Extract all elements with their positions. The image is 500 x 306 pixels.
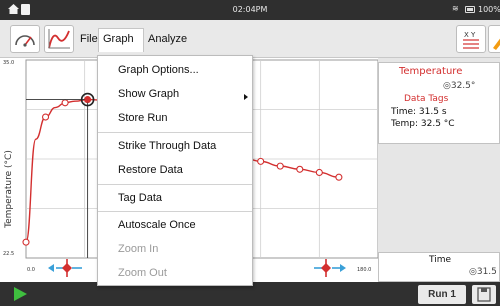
battery-icon xyxy=(465,6,475,13)
tag-temp: Temp: 32.5 °C xyxy=(391,119,455,129)
tagged-point xyxy=(84,96,91,103)
data-point xyxy=(335,173,343,181)
menu-item-show-graph[interactable]: Show Graph xyxy=(98,82,252,106)
submenu-arrow-icon xyxy=(244,94,248,100)
table-icon: X Y xyxy=(463,31,479,49)
data-point xyxy=(61,99,69,107)
menu-item-store-run[interactable]: Store Run xyxy=(98,106,252,130)
graph-view-button[interactable] xyxy=(44,25,74,53)
y-max-label: 35.0 xyxy=(3,60,15,66)
data-point xyxy=(315,168,323,177)
status-bar: 02:04PM ≋ 100% xyxy=(0,0,500,20)
toolbar: File Graph Analyze X Y xyxy=(0,20,500,58)
menu-item-autoscale-once[interactable]: Autoscale Once xyxy=(98,213,252,237)
menu-separator xyxy=(98,132,252,133)
meter-value-text: 32.5° xyxy=(450,81,476,91)
table-view-button[interactable]: X Y xyxy=(456,25,486,53)
svg-text:X Y: X Y xyxy=(464,31,476,39)
meter-title: Temperature xyxy=(399,66,463,77)
time-meter[interactable]: Time ◎31.5 xyxy=(378,252,500,282)
battery-percent: 100% xyxy=(478,5,500,14)
time-meter-value-text: 31.5 xyxy=(476,267,497,277)
menu-item-strike-through-data[interactable]: Strike Through Data xyxy=(98,134,252,158)
menu-item-graph-options[interactable]: Graph Options... xyxy=(98,58,252,82)
data-point xyxy=(276,162,284,170)
data-point xyxy=(257,157,265,165)
meter-value: ◎32.5° xyxy=(443,81,476,91)
time-meter-value: ◎31.5 xyxy=(469,267,497,277)
y-axis-title: Temperature (°C) xyxy=(4,150,14,228)
menu-analyze[interactable]: Analyze xyxy=(148,33,187,45)
data-tags-title: Data Tags xyxy=(404,94,449,104)
meter-panel: Temperature ◎32.5° Data Tags Time: 31.5 … xyxy=(378,58,500,282)
time-meter-title: Time xyxy=(429,255,452,265)
temperature-meter[interactable]: Temperature ◎32.5° Data Tags Time: 31.5 … xyxy=(378,62,500,144)
left-cursor-handle[interactable] xyxy=(44,257,90,279)
data-point xyxy=(22,238,30,246)
screen: 02:04PM ≋ 100% File Graph Analyze X Y 35… xyxy=(0,0,500,306)
run-selector-button[interactable]: Run 1 xyxy=(418,285,466,304)
play-icon[interactable] xyxy=(14,287,27,301)
save-icon xyxy=(477,287,491,302)
menu-graph[interactable]: Graph xyxy=(98,28,144,52)
graph-menu-dropdown: Graph Options... Show Graph Store Run St… xyxy=(97,55,253,286)
right-cursor-handle[interactable] xyxy=(310,257,356,279)
data-point xyxy=(42,113,50,121)
arrow-right-icon xyxy=(340,264,346,272)
menu-item-restore-data[interactable]: Restore Data xyxy=(98,158,252,182)
document-icon[interactable] xyxy=(21,4,30,15)
graph-icon xyxy=(48,29,70,49)
menu-item-zoom-out: Zoom Out xyxy=(118,267,167,279)
menu-separator xyxy=(98,211,252,212)
x-max-label: 180.0 xyxy=(357,267,372,273)
wifi-icon: ≋ xyxy=(452,4,459,13)
data-point xyxy=(296,165,304,173)
annotate-button[interactable] xyxy=(488,25,500,53)
y-min-label: 22.5 xyxy=(3,251,15,257)
pencil-icon xyxy=(493,38,500,50)
menu-separator xyxy=(98,184,252,185)
arrow-left-icon xyxy=(48,264,54,272)
menu-item-zoom-in: Zoom In xyxy=(118,243,159,255)
tag-time: Time: 31.5 s xyxy=(391,107,447,117)
status-clock: 02:04PM xyxy=(232,5,268,14)
gauge-icon xyxy=(15,35,35,47)
home-icon[interactable] xyxy=(8,4,19,14)
menu-item-tag-data[interactable]: Tag Data xyxy=(98,186,252,210)
x-min-label: 0.0 xyxy=(27,267,35,273)
menu-file[interactable]: File xyxy=(80,33,98,45)
save-button[interactable] xyxy=(472,285,496,304)
meter-view-button[interactable] xyxy=(10,25,40,53)
